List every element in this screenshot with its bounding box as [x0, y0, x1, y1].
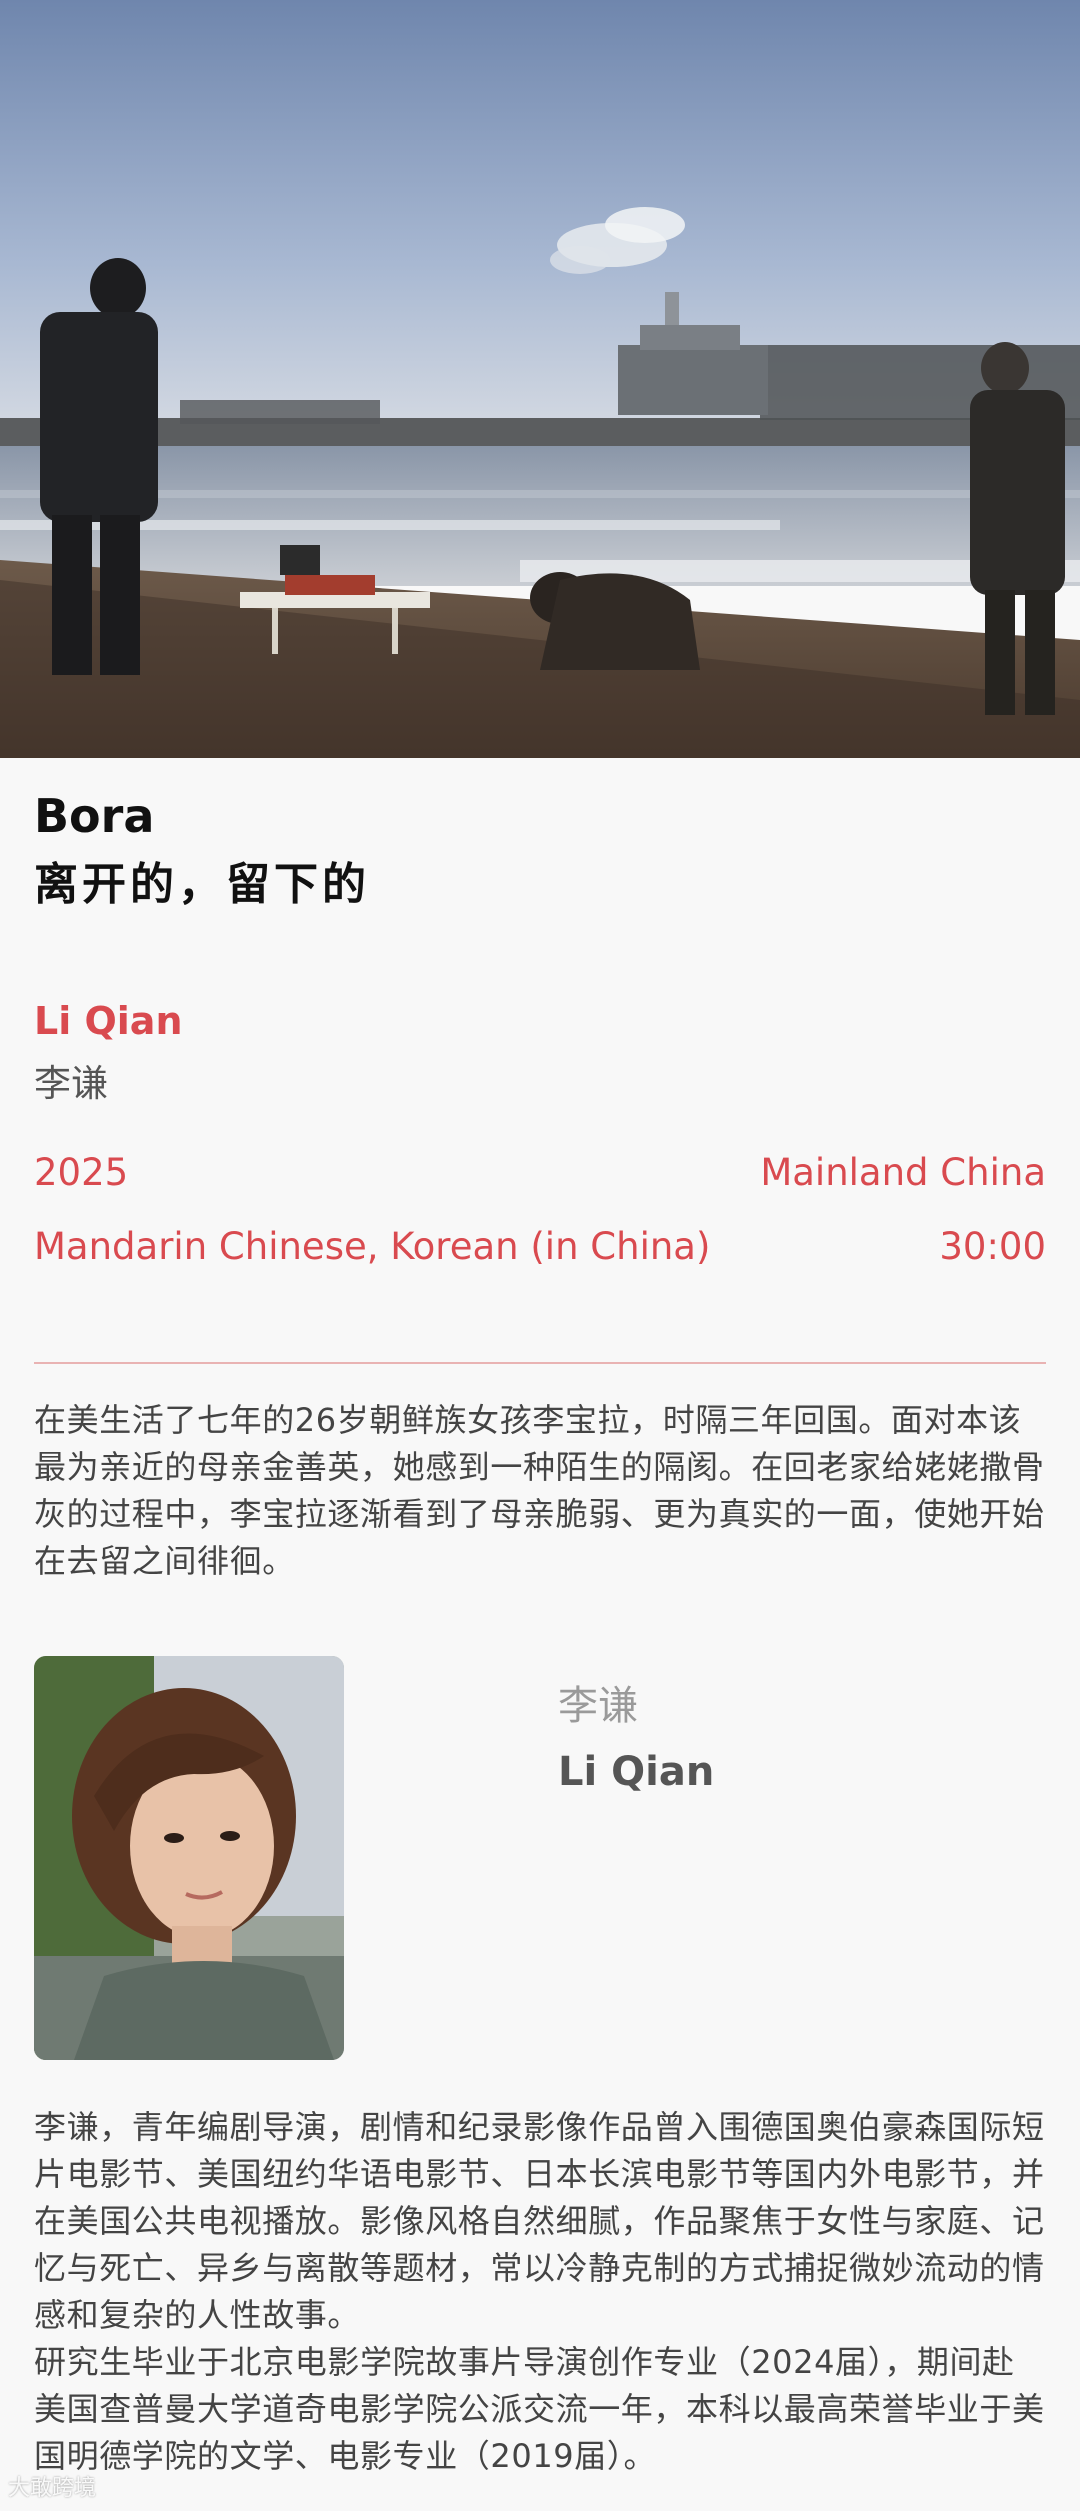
- director-name-en: Li Qian: [34, 999, 183, 1043]
- film-language: Mandarin Chinese, Korean (in China): [34, 1225, 711, 1268]
- film-still-image: [0, 0, 1080, 758]
- film-region: Mainland China: [760, 1151, 1046, 1194]
- watermark-text: 大敢跨境: [8, 2476, 97, 2501]
- film-title-en: Bora: [34, 789, 155, 843]
- director-name-zh: 李谦: [34, 1062, 108, 1105]
- film-duration: 30:00: [939, 1225, 1046, 1268]
- director-card-name-zh: 李谦: [558, 1683, 638, 1729]
- film-year: 2025: [34, 1151, 129, 1194]
- film-synopsis: 在美生活了七年的26岁朝鲜族女孩李宝拉，时隔三年回国。面对本该最为亲近的母亲金善…: [34, 1401, 1045, 1580]
- director-portrait: [34, 1656, 344, 2060]
- film-detail-page: Bora 离开的，留下的 Li Qian 李谦 2025 Mainland Ch…: [0, 0, 1080, 2511]
- director-bio-paragraph-2: 研究生毕业于北京电影学院故事片导演创作专业（2024届），期间赴美国查普曼大学道…: [34, 2343, 1045, 2475]
- director-bio-paragraph-1: 李谦，青年编剧导演，剧情和纪录影像作品曾入围德国奥伯豪森国际短片电影节、美国纽约…: [34, 2108, 1045, 2334]
- section-divider: [34, 1362, 1046, 1364]
- director-bio: 李谦，青年编剧导演，剧情和纪录影像作品曾入围德国奥伯豪森国际短片电影节、美国纽约…: [34, 2104, 1046, 2480]
- director-card-name-en: Li Qian: [558, 1749, 715, 1795]
- film-title-zh: 离开的，留下的: [34, 859, 370, 910]
